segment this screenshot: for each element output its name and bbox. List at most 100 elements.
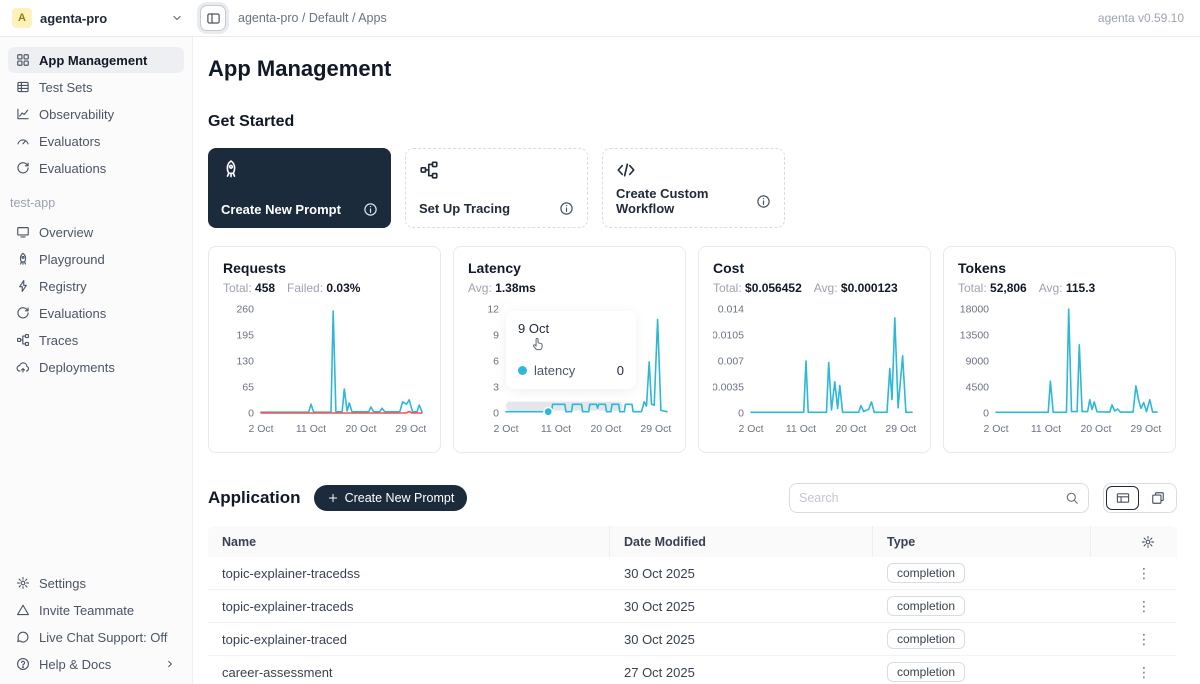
sidebar-item-help-docs[interactable]: Help & Docs: [8, 651, 184, 677]
svg-text:3: 3: [493, 382, 499, 394]
gauge-icon: [16, 134, 30, 148]
row-menu-button[interactable]: ⋮: [1137, 664, 1151, 680]
svg-text:2 Oct: 2 Oct: [738, 423, 763, 435]
card-view-button[interactable]: [1141, 486, 1174, 510]
sidebar-item-label: Deployments: [39, 360, 176, 375]
type-badge: completion: [887, 563, 965, 583]
search-icon[interactable]: [1065, 491, 1079, 505]
rocket-icon: [221, 159, 241, 179]
svg-text:0: 0: [983, 408, 989, 420]
hand-cursor-icon: [529, 336, 546, 358]
breadcrumb[interactable]: agenta-pro / Default / Apps: [238, 11, 387, 25]
sidebar-item-evaluators[interactable]: Evaluators: [8, 128, 184, 154]
sidebar-item-app-management[interactable]: App Management: [8, 47, 184, 73]
sidebar-item-label: App Management: [39, 53, 176, 68]
sidebar-item-label: Evaluators: [39, 134, 176, 149]
sidebar-item-label: Settings: [39, 576, 176, 591]
create-new-prompt-button[interactable]: Create New Prompt: [314, 485, 468, 511]
sidebar-footer-nav: Settings Invite Teammate Live Chat Support…: [8, 570, 184, 677]
table-body: topic-explainer-tracedss30 Oct 2025compl…: [208, 557, 1177, 684]
svg-text:130: 130: [236, 356, 254, 368]
sidebar-item-invite-teammate[interactable]: Invite Teammate: [8, 597, 184, 623]
rocket-icon: [16, 252, 30, 266]
triangle-icon: [16, 603, 30, 617]
table-row[interactable]: topic-explainer-traced30 Oct 2025complet…: [208, 623, 1177, 656]
info-icon[interactable]: [363, 202, 378, 217]
app-name: career-assessment: [208, 665, 610, 680]
help-icon: [16, 657, 30, 671]
app-name: topic-explainer-tracedss: [208, 566, 610, 581]
sidebar-item-registry[interactable]: Registry: [8, 273, 184, 299]
sidebar-item-observability[interactable]: Observability: [8, 101, 184, 127]
requests-chart[interactable]: 0651301952602 Oct11 Oct20 Oct29 Oct: [223, 299, 426, 450]
gear-icon: [16, 576, 30, 590]
table-row[interactable]: topic-explainer-tracedss30 Oct 2025 compl…: [208, 557, 1177, 590]
sidebar-item-playground[interactable]: Playground: [8, 246, 184, 272]
svg-text:20 Oct: 20 Oct: [835, 423, 866, 435]
svg-text:29 Oct: 29 Oct: [885, 423, 916, 435]
lightning-icon: [16, 279, 30, 293]
sidebar-item-deployments[interactable]: Deployments: [8, 354, 184, 380]
workspace-selector[interactable]: A agenta-pro: [12, 8, 184, 28]
table-header: Name Date Modified Type: [208, 526, 1177, 557]
svg-text:195: 195: [236, 330, 254, 342]
sidebar-item-app-evaluations[interactable]: Evaluations: [8, 300, 184, 326]
svg-text:4500: 4500: [966, 382, 990, 394]
row-menu-button[interactable]: ⋮: [1137, 631, 1151, 647]
grid-icon: [16, 53, 30, 67]
sidebar-item-settings[interactable]: Settings: [8, 570, 184, 596]
create-new-prompt-card[interactable]: Create New Prompt: [208, 148, 391, 228]
plus-icon: [327, 492, 339, 504]
workspace-name: agenta-pro: [40, 11, 162, 26]
set-up-tracing-card[interactable]: Set Up Tracing: [405, 148, 588, 228]
svg-text:0.0105: 0.0105: [713, 330, 744, 342]
workspace-avatar: A: [12, 8, 32, 28]
tooltip-date: 9 Oct: [518, 321, 624, 336]
cycle-icon: [16, 306, 30, 320]
table-row[interactable]: career-assessment27 Oct 2025completion⋮: [208, 656, 1177, 684]
search-input[interactable]: [799, 491, 1065, 505]
sidebar-item-label: Invite Teammate: [39, 603, 176, 618]
date-modified: 30 Oct 2025: [610, 566, 873, 581]
code-icon: [616, 160, 636, 180]
cost-chart[interactable]: 00.00350.0070.01050.0142 Oct11 Oct20 Oct…: [713, 299, 916, 450]
table-row[interactable]: topic-explainer-traceds30 Oct 2025comple…: [208, 590, 1177, 623]
app-version: agenta v0.59.10: [1098, 11, 1184, 25]
sidebar-item-label: Observability: [39, 107, 176, 122]
sidebar-item-traces[interactable]: Traces: [8, 327, 184, 353]
svg-text:13500: 13500: [960, 330, 989, 342]
tooltip-value: 0: [617, 363, 624, 378]
sidebar-item-overview[interactable]: Overview: [8, 219, 184, 245]
chart-title: Latency: [468, 260, 671, 276]
info-icon[interactable]: [559, 201, 574, 216]
create-custom-workflow-card[interactable]: Create Custom Workflow: [602, 148, 785, 228]
sidebar: App Management Test Sets Observability Eval…: [0, 37, 193, 684]
sidebar-collapse-button[interactable]: [200, 5, 226, 31]
app-name: topic-explainer-traceds: [208, 599, 610, 614]
sidebar-item-live-chat-support[interactable]: Live Chat Support: Off: [8, 624, 184, 650]
svg-text:12: 12: [487, 304, 499, 316]
type-badge: completion: [887, 629, 965, 649]
metrics-charts-row: RequestsTotal: 458Failed: 0.03%065130195…: [208, 246, 1177, 453]
svg-text:29 Oct: 29 Oct: [1130, 423, 1161, 435]
tokens-chart[interactable]: 04500900013500180002 Oct11 Oct20 Oct29 O…: [958, 299, 1161, 450]
application-header: Application Create New Prompt: [208, 483, 1177, 513]
table-view-button[interactable]: [1106, 486, 1139, 510]
start-card-label: Set Up Tracing: [419, 201, 510, 216]
row-menu-button[interactable]: ⋮: [1137, 598, 1151, 614]
table-settings-icon[interactable]: [1141, 535, 1155, 549]
get-started-heading: Get Started: [208, 113, 1177, 131]
sidebar-item-test-sets[interactable]: Test Sets: [8, 74, 184, 100]
svg-text:2 Oct: 2 Oct: [983, 423, 1008, 435]
sidebar-item-label: Help & Docs: [39, 657, 155, 672]
page-title: App Management: [208, 56, 1177, 82]
column-header-type: Type: [873, 526, 1091, 557]
sidebar-item-label: Playground: [39, 252, 176, 267]
info-icon[interactable]: [756, 194, 771, 209]
svg-text:9000: 9000: [966, 356, 990, 368]
date-modified: 30 Oct 2025: [610, 632, 873, 647]
sidebar-item-evaluations[interactable]: Evaluations: [8, 155, 184, 181]
sidebar-footer: Settings Invite Teammate Live Chat Support…: [8, 570, 184, 678]
svg-text:2 Oct: 2 Oct: [248, 423, 273, 435]
row-menu-button[interactable]: ⋮: [1137, 565, 1151, 581]
